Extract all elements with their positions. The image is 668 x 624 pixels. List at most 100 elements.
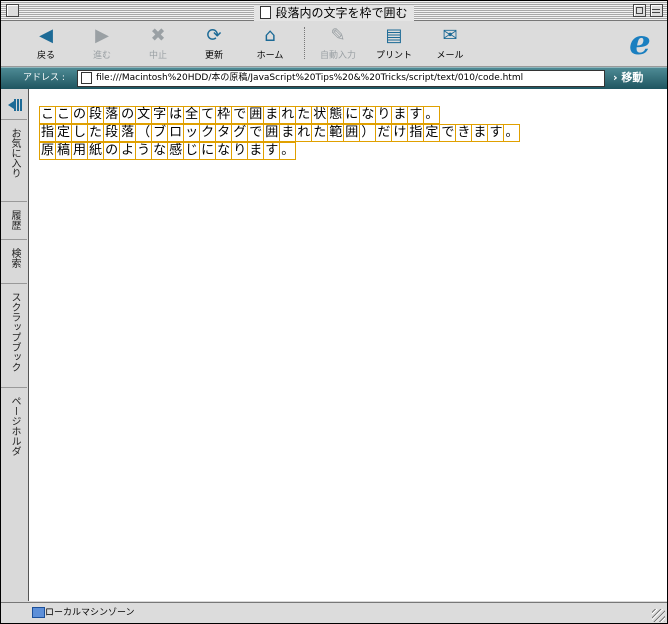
boxed-character: 字 bbox=[151, 106, 169, 124]
boxed-character: 全 bbox=[183, 106, 201, 124]
status-bar: ローカルマシンゾーン bbox=[1, 602, 667, 623]
title-bar[interactable]: 段落内の文字を枠で囲む bbox=[1, 1, 667, 22]
refresh-button[interactable]: ⟳ 更新 bbox=[190, 25, 238, 62]
boxed-character: に bbox=[199, 142, 217, 160]
boxed-character: け bbox=[391, 124, 409, 142]
stop-button[interactable]: ✖ 中止 bbox=[134, 25, 182, 62]
boxed-character: 文 bbox=[135, 106, 153, 124]
boxed-character: に bbox=[343, 106, 361, 124]
tab-search[interactable]: 検索 bbox=[1, 239, 27, 284]
print-button[interactable]: ▤ プリント bbox=[370, 25, 418, 62]
boxed-character: 囲 bbox=[263, 124, 281, 142]
boxed-character: よ bbox=[119, 142, 137, 160]
boxed-character: ま bbox=[279, 124, 297, 142]
boxed-character: で bbox=[439, 124, 457, 142]
boxed-character: 範 bbox=[327, 124, 345, 142]
boxed-character: こ bbox=[39, 106, 57, 124]
go-button[interactable]: › 移動 bbox=[613, 70, 665, 86]
boxed-character: ま bbox=[247, 142, 265, 160]
boxed-character: す bbox=[263, 142, 281, 160]
boxed-character: ブ bbox=[151, 124, 169, 142]
boxed-character: 指 bbox=[407, 124, 425, 142]
autofill-pencil-icon: ✎ bbox=[330, 25, 346, 46]
boxed-character: ） bbox=[359, 124, 377, 142]
boxed-character: タ bbox=[215, 124, 233, 142]
boxed-character: 定 bbox=[55, 124, 73, 142]
resize-grip[interactable] bbox=[652, 609, 665, 622]
boxed-character: ッ bbox=[183, 124, 201, 142]
printer-icon: ▤ bbox=[385, 25, 403, 46]
home-button[interactable]: ⌂ ホーム bbox=[246, 25, 294, 62]
back-button[interactable]: ◀ 戻る bbox=[22, 25, 70, 62]
stop-icon: ✖ bbox=[150, 25, 166, 46]
boxed-character: ま bbox=[263, 106, 281, 124]
home-icon: ⌂ bbox=[264, 25, 276, 46]
page-content: ここの段落の文字は全て枠で囲まれた状態になります。 指定した段落（ブロックタグで… bbox=[29, 89, 667, 601]
boxed-character: ロ bbox=[167, 124, 185, 142]
boxed-character: れ bbox=[279, 106, 297, 124]
boxed-character: 段 bbox=[87, 106, 105, 124]
boxed-character: た bbox=[311, 124, 329, 142]
boxed-character: 状 bbox=[311, 106, 329, 124]
boxed-character: 。 bbox=[279, 142, 297, 160]
toolbar: ◀ 戻る ▶ 進む ✖ 中止 ⟳ 更新 ⌂ ホーム ✎ 自動入力 ▤ プリント … bbox=[1, 21, 667, 67]
boxed-character: た bbox=[87, 124, 105, 142]
document-icon bbox=[260, 6, 272, 19]
boxed-character: な bbox=[215, 142, 233, 160]
boxed-character: す bbox=[487, 124, 505, 142]
boxed-character: り bbox=[231, 142, 249, 160]
boxed-character: う bbox=[135, 142, 153, 160]
boxed-character: り bbox=[375, 106, 393, 124]
boxed-character: 用 bbox=[71, 142, 89, 160]
boxed-character: 原 bbox=[39, 142, 57, 160]
boxed-character: 。 bbox=[503, 124, 521, 142]
mail-envelope-icon: ✉ bbox=[442, 25, 458, 46]
forward-button[interactable]: ▶ 進む bbox=[78, 25, 126, 62]
collapse-box[interactable] bbox=[650, 4, 663, 17]
boxed-character: 囲 bbox=[343, 124, 361, 142]
toolbar-separator bbox=[304, 27, 305, 59]
boxed-character: は bbox=[167, 106, 185, 124]
forward-arrow-icon: ▶ bbox=[95, 25, 109, 46]
mail-button[interactable]: ✉ メール bbox=[426, 25, 474, 62]
autofill-button[interactable]: ✎ 自動入力 bbox=[314, 25, 362, 62]
explorer-bar-tabs: お気に入り 履歴 検索 スクラップブック ページホルダ bbox=[1, 89, 29, 601]
boxed-character: で bbox=[231, 106, 249, 124]
security-zone-text: ローカルマシンゾーン bbox=[45, 608, 135, 618]
boxed-character: ま bbox=[471, 124, 489, 142]
boxed-character: し bbox=[71, 124, 89, 142]
boxed-character: な bbox=[359, 106, 377, 124]
sidebar-toggle-icon[interactable] bbox=[8, 98, 23, 112]
boxed-character: れ bbox=[295, 124, 313, 142]
url-input[interactable] bbox=[96, 71, 601, 86]
refresh-icon: ⟳ bbox=[206, 25, 222, 46]
window-title: 段落内の文字を枠で囲む bbox=[254, 5, 414, 22]
local-machine-zone-icon bbox=[32, 607, 45, 618]
boxed-character: 感 bbox=[167, 142, 185, 160]
boxed-character: の bbox=[71, 106, 89, 124]
internet-explorer-logo-icon[interactable]: e bbox=[623, 26, 657, 60]
boxed-character: き bbox=[455, 124, 473, 142]
boxed-character: 囲 bbox=[247, 106, 265, 124]
boxed-character: の bbox=[119, 106, 137, 124]
back-arrow-icon: ◀ bbox=[39, 25, 53, 46]
tab-history[interactable]: 履歴 bbox=[1, 201, 27, 240]
zoom-box[interactable] bbox=[633, 4, 646, 17]
address-field[interactable] bbox=[77, 70, 605, 87]
boxed-character: 段 bbox=[103, 124, 121, 142]
boxed-character: 枠 bbox=[215, 106, 233, 124]
boxed-character: 稿 bbox=[55, 142, 73, 160]
address-bar: アドレス : › 移動 bbox=[1, 67, 667, 90]
boxed-character: 。 bbox=[423, 106, 441, 124]
boxed-character: （ bbox=[135, 124, 153, 142]
boxed-character: す bbox=[407, 106, 425, 124]
boxed-character: 指 bbox=[39, 124, 57, 142]
tab-favorites[interactable]: お気に入り bbox=[1, 119, 27, 202]
boxed-character: な bbox=[151, 142, 169, 160]
tab-page-holder[interactable]: ページホルダ bbox=[1, 387, 27, 476]
tab-scrapbook[interactable]: スクラップブック bbox=[1, 283, 27, 388]
boxed-character: 定 bbox=[423, 124, 441, 142]
boxed-character: じ bbox=[183, 142, 201, 160]
page-document-icon bbox=[81, 72, 92, 84]
boxed-character: ク bbox=[199, 124, 217, 142]
